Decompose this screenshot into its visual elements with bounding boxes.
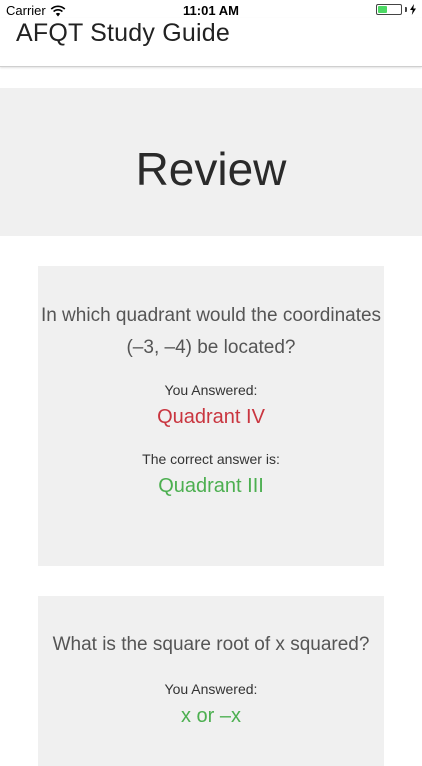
question-text: In which quadrant would the coordinates … [40, 305, 382, 358]
user-answer: x or –x [180, 705, 242, 727]
question-text: What is the square root of x squared? [52, 634, 370, 655]
status-right [376, 4, 416, 15]
charging-icon [410, 4, 416, 15]
you-answered-label: You Answered: [164, 382, 258, 398]
review-banner: Review [0, 88, 422, 236]
status-time: 11:01 AM [183, 3, 239, 18]
nav-header: AFQT Study Guide [0, 18, 422, 67]
battery-tip [405, 7, 407, 12]
review-title: Review [135, 143, 287, 195]
battery-fill [378, 6, 387, 13]
question-card: In which quadrant would the coordinates … [38, 266, 384, 566]
user-answer: Quadrant IV [157, 406, 265, 428]
correct-answer-label: The correct answer is: [142, 451, 280, 467]
you-answered-label: You Answered: [164, 681, 258, 697]
correct-answer: Quadrant III [158, 475, 264, 497]
battery-icon [376, 4, 402, 15]
page-title: AFQT Study Guide [16, 19, 230, 47]
question-card: What is the square root of x squared? Yo… [38, 596, 384, 766]
